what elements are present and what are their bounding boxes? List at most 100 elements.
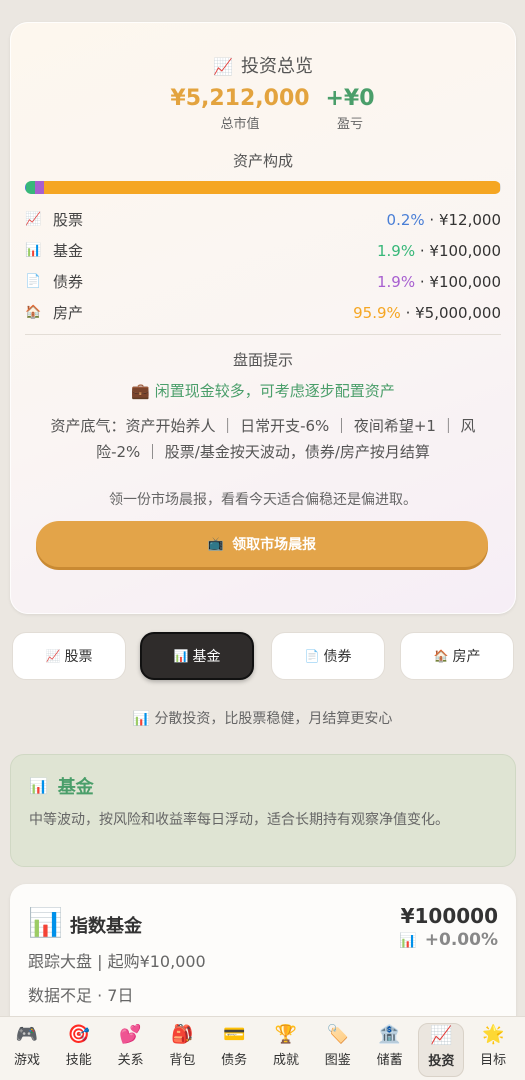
chart-up-icon: 📈	[430, 1025, 453, 1046]
fund-info-title: 基金	[57, 777, 94, 798]
bar-chart-icon: 📊	[28, 906, 63, 939]
bar-chart-icon: 📊	[399, 933, 417, 949]
allocation-percent: 0.2%	[386, 210, 425, 229]
fund-info-description: 中等波动，按风险和收益率每日浮动，适合长期持有观察净值变化。	[29, 812, 449, 828]
nav-item-2[interactable]: 💕 关系	[108, 1023, 154, 1077]
fund-info-header: 📊 基金	[29, 773, 497, 799]
tab-stocks[interactable]: 📈 股票	[12, 632, 126, 680]
credit-card-icon: 💳	[222, 1024, 246, 1045]
product-change: 📊 +0.00%	[399, 930, 498, 950]
allocation-row: 📄 债券 1.9% · ¥100,000	[25, 266, 501, 297]
nav-label: 目标	[480, 1053, 507, 1068]
nav-label: 投资	[428, 1054, 455, 1069]
profit-value: +¥0	[325, 86, 375, 111]
nav-label: 背包	[169, 1053, 196, 1068]
nav-item-3[interactable]: 🎒 背包	[159, 1023, 205, 1077]
tag-icon: 🏷️	[326, 1024, 349, 1045]
allocation-value: 95.9% · ¥5,000,000	[353, 304, 501, 322]
allocation-name: 股票	[53, 211, 84, 229]
profit-stat: +¥0 盈亏	[310, 86, 390, 132]
nav-item-7[interactable]: 🏦 储蓄	[367, 1023, 413, 1077]
allocation-row: 🏠 房产 95.9% · ¥5,000,000	[25, 297, 501, 328]
tv-icon: 📺	[207, 536, 225, 552]
tab-label: 债券	[323, 649, 352, 665]
allocation-bar	[25, 181, 501, 194]
idle-cash-hint-text: 闲置现金较多，可考虑逐步配置资产	[154, 382, 395, 400]
chart-up-icon: 📈	[45, 649, 61, 663]
tab-funds[interactable]: 📊 基金	[140, 632, 254, 680]
allocation-amount: · ¥100,000	[419, 241, 501, 260]
backpack-icon: 🎒	[171, 1024, 194, 1045]
allocation-list: 📈 股票 0.2% · ¥12,000 📊 基金 1.9% · ¥100,000 📄 债券 1.…	[25, 204, 501, 328]
bar-chart-icon: 📊	[173, 649, 189, 663]
allocation-percent: 1.9%	[377, 272, 416, 291]
allocation-segment	[44, 181, 501, 194]
house-icon: 🏠	[433, 649, 449, 663]
nav-item-1[interactable]: 🎯 技能	[56, 1023, 102, 1077]
product-description: 跟踪大盘 | 起购¥10,000	[28, 952, 206, 971]
nav-label: 图鉴	[324, 1053, 351, 1068]
bar-chart-icon: 📊	[25, 243, 42, 258]
overview-title-text: 投资总览	[240, 56, 313, 77]
product-name: 指数基金	[70, 916, 142, 937]
claim-morning-report-label: 领取市场晨报	[232, 537, 317, 553]
allocation-value: 1.9% · ¥100,000	[377, 273, 501, 291]
nav-item-9[interactable]: 🌟 目标	[470, 1023, 516, 1077]
total-value: ¥5,212,000	[170, 86, 310, 111]
fund-product-card[interactable]: 📊 指数基金 跟踪大盘 | 起购¥10,000 数据不足 · 7日 ¥10000…	[10, 884, 516, 1034]
bar-chart-icon: 📊	[29, 777, 48, 795]
bottom-navigation: 🎮 游戏 🎯 技能 💕 关系 🎒 背包 💳 债务 🏆 成就 🏷️ 图鉴 🏦 储蓄 📈 投资 🌟 目标	[0, 1016, 525, 1080]
nav-item-4[interactable]: 💳 债务	[211, 1023, 257, 1077]
asset-effect-detail: 资产底气：资产开始养人 ｜ 日常开支-6% ｜ 夜间希望+1 ｜ 风险-2% ｜…	[50, 417, 476, 461]
document-icon: 📄	[304, 649, 320, 663]
tab-label: 基金	[192, 649, 221, 665]
allocation-segment	[25, 181, 35, 194]
allocation-row: 📈 股票 0.2% · ¥12,000	[25, 204, 501, 235]
gamepad-icon: 🎮	[15, 1024, 39, 1045]
allocation-name: 基金	[53, 242, 84, 260]
tab-real-estate[interactable]: 🏠 房产	[400, 632, 514, 680]
product-price: ¥100000	[400, 904, 498, 928]
fund-info-box: 📊 基金 中等波动，按风险和收益率每日浮动，适合长期持有观察净值变化。	[10, 754, 516, 867]
briefcase-icon: 💼	[131, 382, 150, 400]
divider	[25, 334, 501, 335]
nav-item-6[interactable]: 🏷️ 图鉴	[315, 1023, 361, 1077]
allocation-amount: · ¥5,000,000	[405, 303, 501, 322]
trophy-icon: 🏆	[274, 1024, 298, 1045]
morning-report-prompt: 领一份市场晨报，看看今天适合偏稳还是偏进取。	[109, 492, 417, 508]
product-change-value: +0.00%	[424, 930, 498, 950]
allocation-value: 1.9% · ¥100,000	[377, 242, 501, 260]
hint-label: 盘面提示	[232, 351, 293, 369]
profit-label: 盈亏	[336, 117, 363, 132]
total-value-label: 总市值	[220, 117, 260, 132]
product-meta: 数据不足 · 7日	[28, 986, 134, 1005]
tab-bonds[interactable]: 📄 债券	[271, 632, 385, 680]
allocation-amount: · ¥100,000	[419, 272, 501, 291]
hearts-icon: 💕	[119, 1024, 142, 1045]
nav-item-8[interactable]: 📈 投资	[418, 1023, 465, 1077]
nav-item-5[interactable]: 🏆 成就	[263, 1023, 309, 1077]
nav-item-0[interactable]: 🎮 游戏	[4, 1023, 50, 1077]
nav-label: 债务	[221, 1053, 248, 1068]
claim-morning-report-button[interactable]: 📺 领取市场晨报	[36, 521, 488, 567]
overview-title: 📈 投资总览	[10, 52, 516, 78]
house-icon: 🏠	[25, 305, 42, 320]
allocation-amount: · ¥12,000	[429, 210, 501, 229]
nav-label: 储蓄	[376, 1053, 403, 1068]
bar-chart-icon: 📊	[132, 711, 150, 727]
composition-label: 资产构成	[232, 152, 293, 170]
fund-tagline-text: 分散投资，比股票稳健，月结算更安心	[154, 711, 393, 727]
nav-label: 技能	[65, 1053, 92, 1068]
allocation-name: 债券	[53, 273, 84, 291]
nav-label: 游戏	[13, 1053, 40, 1068]
tab-label: 股票	[64, 649, 93, 665]
total-value-stat: ¥5,212,000 总市值	[160, 86, 320, 132]
tab-label: 房产	[452, 649, 481, 665]
allocation-value: 0.2% · ¥12,000	[387, 211, 501, 229]
fund-tagline: 📊 分散投资，比股票稳健，月结算更安心	[0, 708, 525, 728]
allocation-percent: 1.9%	[377, 241, 416, 260]
chart-up-icon: 📈	[25, 212, 42, 227]
investment-page: 📈 投资总览 ¥5,212,000 总市值 +¥0 盈亏 资产构成 📈 股票 0.2%…	[0, 0, 525, 1080]
allocation-row: 📊 基金 1.9% · ¥100,000	[25, 235, 501, 266]
target-icon: 🎯	[67, 1024, 90, 1045]
